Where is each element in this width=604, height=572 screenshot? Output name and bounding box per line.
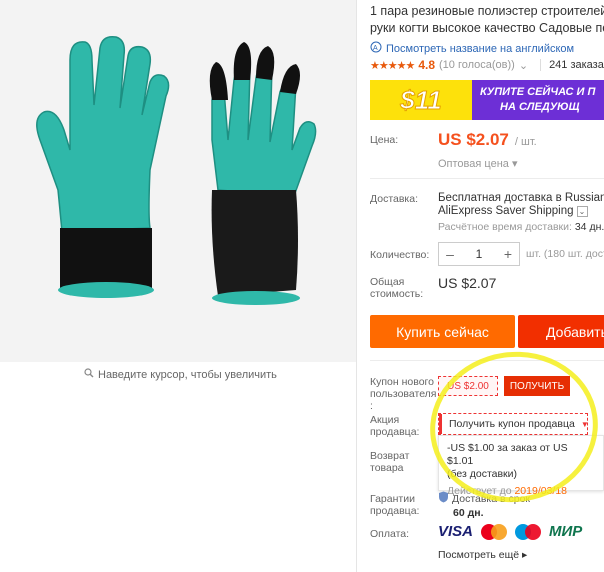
zoom-hint: Наведите курсор, чтобы увеличить <box>84 368 277 381</box>
banner-coupon: $11 <box>370 80 472 120</box>
divider <box>356 0 357 572</box>
seller-coupon-dropdown[interactable]: Получить купон продавца ▼ <box>438 413 589 435</box>
translate-link-text[interactable]: Посмотреть название на английском <box>386 43 574 55</box>
guarantee-info: Доставка в срок 60 дн. <box>438 491 530 520</box>
shipping-method: AliExpress Saver Shipping <box>438 205 574 217</box>
product-details: 1 пара резиновые полиэстер строителей ру… <box>370 0 604 572</box>
buy-now-button[interactable]: Купить сейчас <box>370 315 515 348</box>
total-label-line-1: Общая <box>370 276 405 288</box>
mir-icon: МИР <box>549 523 583 540</box>
gloves-image <box>36 35 317 305</box>
shipping-time: Расчётное время доставки: 34 дн. ● <box>438 221 604 233</box>
shipping-time-value: 34 дн. <box>574 221 604 233</box>
quantity-available: шт. (180 шт. доступ <box>526 248 604 260</box>
wholesale-price-link[interactable]: Оптовая цена ▾ <box>438 157 517 170</box>
divider <box>370 360 604 361</box>
star-rating-icon: ★★★★★ <box>370 59 415 72</box>
rating-row: ★★★★★ 4.8 (10 голоса(ов)) ⌄ 241 заказа(о… <box>370 58 604 72</box>
promo-banner[interactable]: $11 КУПИТЕ СЕЙЧАС И П НА СЛЕДУЮЩ <box>370 80 604 120</box>
caret-down-icon: ▼ <box>580 419 589 429</box>
banner-line-1: КУПИТЕ СЕЙЧАС И П <box>480 86 596 98</box>
new-user-coupon-label: Купон нового пользователя : <box>370 376 437 412</box>
total-price: US $2.07 <box>438 275 497 291</box>
quantity-input[interactable]: 1 <box>461 247 497 261</box>
returns-label-line-2: товара <box>370 462 404 474</box>
seller-coupon-menu[interactable]: -US $1.00 за заказ от US $1.01 (без дост… <box>438 435 604 497</box>
new-user-coupon-label-line-1: Купон нового <box>370 376 434 388</box>
new-user-coupon-label-line-3: : <box>370 400 373 412</box>
banner-text: КУПИТЕ СЕЙЧАС И П НА СЛЕДУЮЩ <box>480 85 595 115</box>
quantity-label: Количество: <box>370 249 430 261</box>
guarantee-label: Гарантии продавца: <box>370 493 419 517</box>
guarantee-label-line-1: Гарантии <box>370 493 415 505</box>
mastercard-icon <box>481 523 508 540</box>
seller-coupon-offer-note: (без доставки) <box>447 468 518 480</box>
coupon-amount: US $2.00 <box>438 376 498 396</box>
seller-promo-label-line-1: Акция <box>370 414 400 426</box>
price-label: Цена: <box>370 134 399 146</box>
product-image[interactable] <box>0 0 357 362</box>
shipping-time-label: Расчётное время доставки: <box>438 221 572 233</box>
more-payment-link[interactable]: Посмотреть ещё ▸ <box>438 549 527 561</box>
product-title: 1 пара резиновые полиэстер строителей ру… <box>370 3 604 37</box>
new-user-coupon-label-line-2: пользователя <box>370 388 437 400</box>
returns-label: Возврат товара <box>370 450 409 474</box>
rating-value: 4.8 <box>418 58 435 72</box>
add-to-cart-button[interactable]: Добавить <box>518 315 604 348</box>
price-unit: / шт. <box>514 136 537 148</box>
shipping-title: Бесплатная доставка в Russian Fe <box>438 192 604 204</box>
magnifier-icon <box>84 368 94 381</box>
maestro-icon <box>515 523 542 540</box>
divider <box>370 178 604 179</box>
guarantee-label-line-2: продавца: <box>370 505 420 517</box>
guarantee-days: 60 дн. <box>453 507 484 519</box>
visa-icon: VISA <box>438 523 474 540</box>
seller-promo-label: Акция продавца: <box>370 414 419 438</box>
title-line-2: руки когти высокое качество Садовые пе <box>370 21 604 35</box>
zoom-hint-text: Наведите курсор, чтобы увеличить <box>98 368 277 381</box>
price-value: US $2.07 <box>438 130 509 149</box>
quantity-decrease-button[interactable]: – <box>439 246 461 262</box>
payment-methods: VISA МИР <box>438 523 582 540</box>
chevron-down-icon[interactable]: ⌄ <box>519 59 528 72</box>
seller-coupon-offer-text: -US $1.00 за заказ от US $1.01 <box>447 442 568 467</box>
title-line-1: 1 пара резиновые полиэстер строителей <box>370 4 604 18</box>
quantity-increase-button[interactable]: + <box>497 246 519 262</box>
seller-coupon-label: Получить купон продавца <box>449 418 575 430</box>
banner-coupon-value: $11 <box>400 84 442 115</box>
quantity-stepper: – 1 + <box>438 242 520 266</box>
total-label-line-2: стоимость: <box>370 288 424 300</box>
total-label: Общая стоимость: <box>370 276 423 300</box>
translate-link[interactable]: A Посмотреть название на английском <box>370 41 574 56</box>
svg-text:A: A <box>373 45 378 52</box>
payment-label: Оплата: <box>370 528 410 540</box>
seller-promo-label-line-2: продавца: <box>370 426 420 438</box>
shipping-method-select[interactable]: AliExpress Saver Shipping ⌄ <box>438 205 588 217</box>
returns-label-line-1: Возврат <box>370 450 410 462</box>
get-coupon-button[interactable]: ПОЛУЧИТЬ <box>504 376 570 396</box>
price: US $2.07 / шт. <box>438 130 537 150</box>
orders-count: 241 заказа(ов) <box>540 59 604 71</box>
chevron-down-icon[interactable]: ⌄ <box>576 205 588 217</box>
seller-coupon-offer[interactable]: -US $1.00 за заказ от US $1.01 (без дост… <box>447 442 595 481</box>
shield-icon <box>438 491 449 507</box>
guarantee-text: Доставка в срок <box>452 492 531 505</box>
banner-line-2: НА СЛЕДУЮЩ <box>500 101 580 113</box>
rating-count[interactable]: (10 голоса(ов)) <box>439 59 515 71</box>
shipping-label: Доставка: <box>370 193 419 205</box>
guarantee-line-1: Доставка в срок <box>438 491 530 507</box>
translate-icon: A <box>370 41 382 56</box>
